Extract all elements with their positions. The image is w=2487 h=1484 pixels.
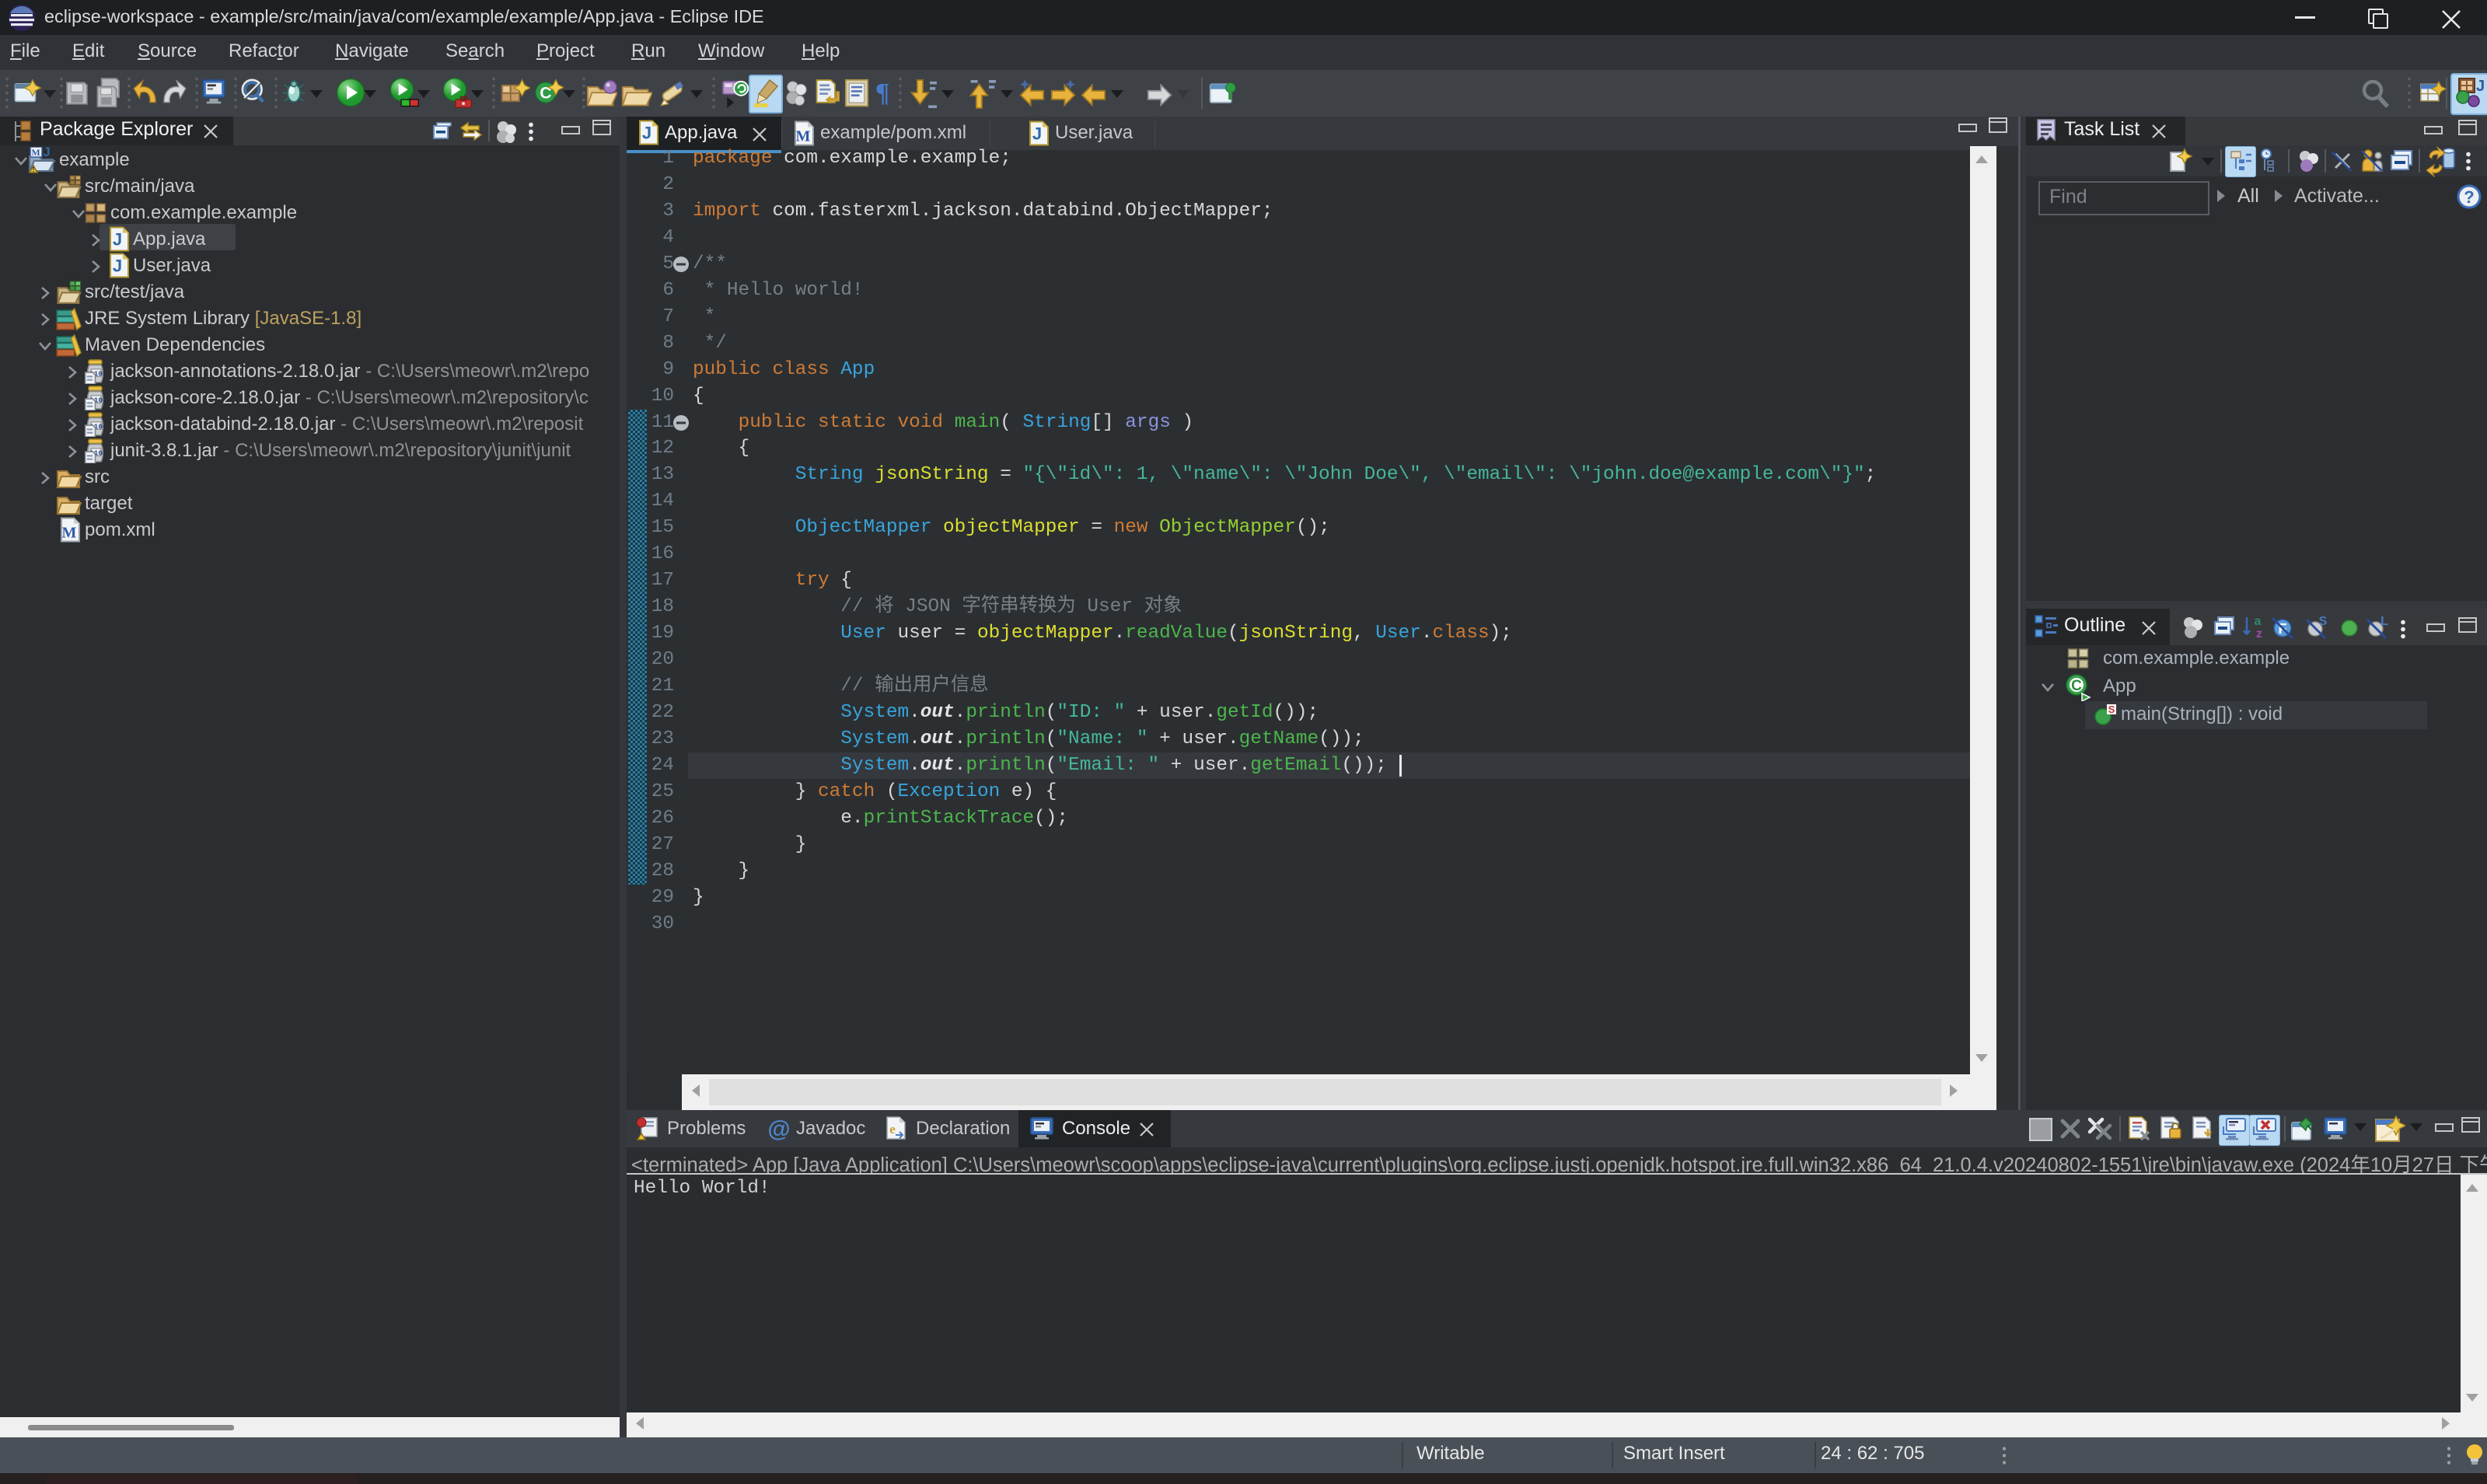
svg-text:J: J <box>2476 78 2484 95</box>
svg-text:¶: ¶ <box>875 79 889 107</box>
svg-text:C: C <box>2071 678 2082 694</box>
svg-text:e: e <box>889 1122 896 1137</box>
svg-text:a: a <box>2255 615 2262 628</box>
svg-text:L: L <box>2380 616 2388 628</box>
svg-text:z: z <box>2256 627 2262 641</box>
svg-text:S: S <box>2319 616 2328 628</box>
svg-text:@: @ <box>767 1116 790 1141</box>
svg-text:?: ? <box>2464 187 2474 207</box>
svg-text:S: S <box>2108 704 2115 715</box>
